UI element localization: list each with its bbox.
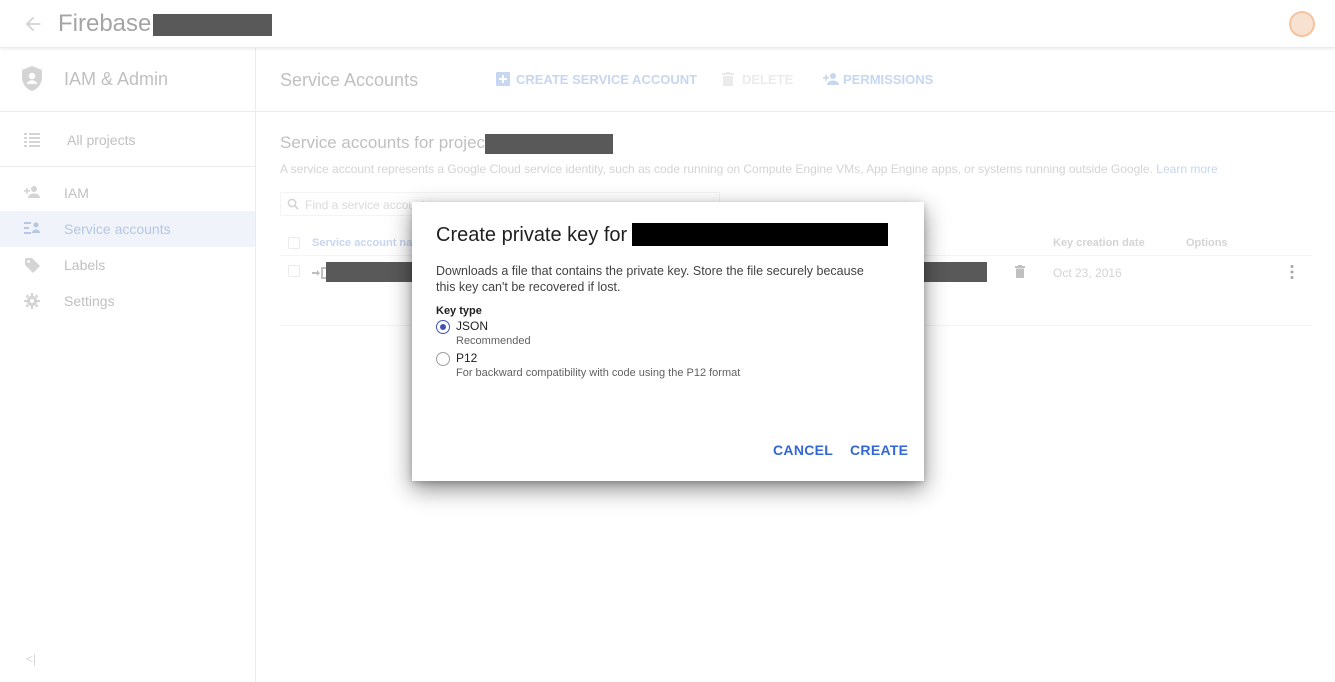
json-option-sublabel: Recommended	[456, 335, 531, 347]
cancel-button[interactable]: CANCEL	[773, 442, 833, 458]
create-private-key-dialog: Create private key for Downloads a file …	[412, 202, 924, 481]
json-option-label[interactable]: JSON	[456, 319, 488, 333]
p12-option-sublabel: For backward compatibility with code usi…	[456, 367, 741, 379]
p12-option-label[interactable]: P12	[456, 351, 477, 365]
dialog-description: Downloads a file that contains the priva…	[436, 264, 864, 294]
p12-radio[interactable]	[436, 352, 450, 366]
redacted-service-account-email	[632, 223, 888, 246]
key-type-label: Key type	[436, 305, 482, 317]
create-button[interactable]: CREATE	[850, 442, 908, 458]
json-radio[interactable]	[436, 320, 450, 334]
dialog-title: Create private key for	[436, 224, 628, 246]
